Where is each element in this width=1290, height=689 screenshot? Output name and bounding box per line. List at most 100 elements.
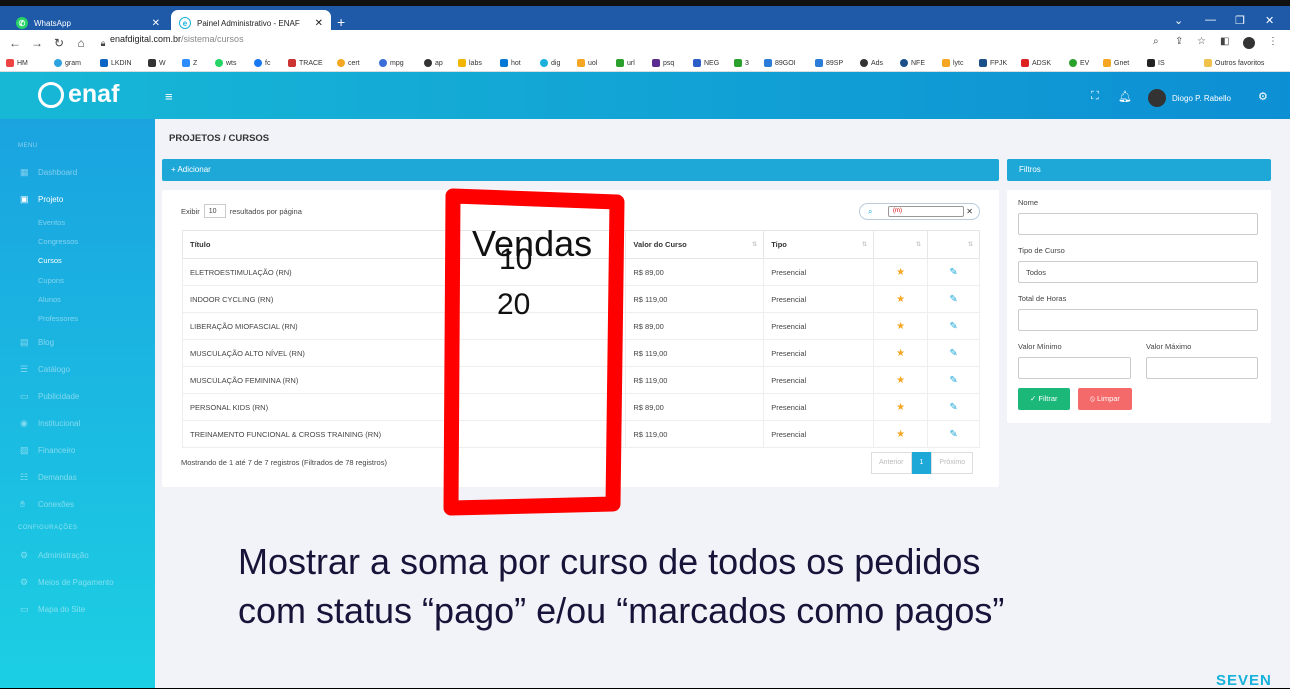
column-type[interactable]: Tipo ⇅ [763, 230, 875, 259]
column-featured[interactable]: ⇅ [873, 230, 929, 259]
star-icon[interactable]: ★ [873, 258, 929, 286]
star-icon[interactable]: ★ [873, 339, 929, 367]
column-actions[interactable]: ⇅ [927, 230, 980, 259]
close-icon[interactable]: ✕ [152, 18, 160, 29]
bookmark-item[interactable]: wts [215, 59, 237, 67]
sidebar-subitem-cupons[interactable]: Cupons [38, 276, 64, 285]
bookmark-item[interactable]: 89SP [815, 59, 843, 67]
zoom-icon[interactable]: ⌕ [1153, 36, 1159, 47]
bookmark-item[interactable]: dig [540, 59, 560, 67]
clear-button[interactable]: ⦸ Limpar [1078, 388, 1132, 410]
bookmark-item[interactable]: gram [54, 59, 81, 67]
prev-page-button[interactable]: Anterior [871, 452, 912, 474]
window-close-button[interactable]: ✕ [1265, 14, 1274, 27]
edit-icon[interactable]: ✎ [927, 420, 980, 448]
bookmark-item[interactable]: 3 [734, 59, 749, 67]
bookmark-item[interactable]: EV [1069, 59, 1089, 67]
minimize-button[interactable]: — [1205, 14, 1216, 26]
bookmark-item[interactable]: FPJK [979, 59, 1007, 67]
fullscreen-icon[interactable]: ⛶ [1091, 90, 1099, 103]
reload-icon[interactable]: ↻ [52, 36, 66, 50]
edit-icon[interactable]: ✎ [927, 339, 980, 367]
sidebar-subitem-eventos[interactable]: Eventos [38, 218, 65, 227]
home-icon[interactable]: ⌂ [74, 36, 88, 50]
sidebar-item-administracao[interactable]: ⚙ Administração [20, 550, 89, 561]
star-icon[interactable]: ★ [873, 420, 929, 448]
bookmark-item[interactable]: labs [458, 59, 482, 67]
bell-icon[interactable]: 🔔︎ [1118, 90, 1132, 103]
other-bookmarks[interactable]: Outros favoritos [1204, 59, 1264, 67]
forward-icon[interactable]: → [30, 36, 44, 50]
bookmark-item[interactable]: psq [652, 59, 674, 67]
star-icon[interactable]: ★ [873, 312, 929, 340]
course-type-select[interactable]: Todos [1018, 261, 1258, 283]
bookmark-item[interactable]: NEG [693, 59, 719, 67]
star-icon[interactable]: ★ [873, 285, 929, 313]
bookmark-item[interactable]: url [616, 59, 635, 67]
next-page-button[interactable]: Próximo [931, 452, 974, 474]
sidebar-subitem-cursos[interactable]: Cursos [38, 256, 62, 265]
bookmark-item[interactable]: mpg [379, 59, 404, 67]
bookmark-item[interactable]: TRACE [288, 59, 323, 67]
sidebar-item-catalogo[interactable]: ☰ Catálogo [20, 364, 70, 375]
filter-button[interactable]: ✓ Filtrar [1018, 388, 1070, 410]
sidebar-item-projeto[interactable]: ▣ Projeto [20, 194, 63, 205]
bookmark-item[interactable]: LKDIN [100, 59, 132, 67]
back-icon[interactable]: ← [8, 36, 22, 50]
enaf-logo[interactable]: enaf [38, 80, 119, 109]
profile-avatar[interactable] [1243, 37, 1255, 49]
share-icon[interactable]: ⇪ [1175, 36, 1183, 47]
min-value-field[interactable] [1018, 357, 1131, 379]
page-1-button[interactable]: 1 [911, 452, 932, 474]
sidebar-item-publicidade[interactable]: ▭ Publicidade [20, 391, 79, 402]
page-size-select[interactable]: 10 [203, 204, 226, 218]
bookmark-item[interactable]: Gnet [1103, 59, 1129, 67]
star-icon[interactable]: ★ [873, 393, 929, 421]
restore-button[interactable]: ❐ [1235, 14, 1245, 27]
new-tab-button[interactable]: + [337, 14, 345, 30]
url-field[interactable]: enafdigital.com.br/sistema/cursos [110, 34, 244, 44]
user-menu[interactable]: Diogo P. Rabello [1148, 89, 1231, 107]
chevron-down-icon[interactable]: ⌄ [1174, 14, 1183, 27]
bookmark-item[interactable]: Z [182, 59, 197, 67]
sidebar-item-blog[interactable]: ▤ Blog [20, 337, 54, 348]
edit-icon[interactable]: ✎ [927, 366, 980, 394]
edit-icon[interactable]: ✎ [927, 393, 980, 421]
bookmark-item[interactable]: NFE [900, 59, 925, 67]
clear-search-icon[interactable]: ✕ [966, 207, 973, 216]
add-button[interactable]: + Adicionar [162, 159, 999, 181]
bookmark-item[interactable]: W [148, 59, 166, 67]
edit-icon[interactable]: ✎ [927, 285, 980, 313]
bookmark-item[interactable]: ADSK [1021, 59, 1051, 67]
edit-icon[interactable]: ✎ [927, 258, 980, 286]
total-hours-field[interactable] [1018, 309, 1258, 331]
bookmark-item[interactable]: 89GOI [764, 59, 796, 67]
side-panel-icon[interactable]: ◧ [1220, 36, 1229, 47]
bookmark-item[interactable]: cert [337, 59, 360, 67]
close-icon[interactable]: ✕ [315, 18, 323, 29]
edit-icon[interactable]: ✎ [927, 312, 980, 340]
sidebar-subitem-congressos[interactable]: Congressos [38, 237, 78, 246]
bookmark-item[interactable]: fc [254, 59, 270, 67]
sidebar-item-conexoes[interactable]: ✋︎ Conexões [20, 499, 74, 510]
bookmark-star-icon[interactable]: ☆ [1197, 36, 1206, 47]
sidebar-item-meios-pagamento[interactable]: ⚙ Meios de Pagamento [20, 577, 114, 588]
column-price[interactable]: Valor do Curso ⇅ [625, 230, 765, 259]
search-input[interactable]: (m) [888, 206, 964, 217]
max-value-field[interactable] [1146, 357, 1258, 379]
search-box[interactable]: ⌕ (m) ✕ [859, 203, 980, 220]
bookmark-item[interactable]: uol [577, 59, 597, 67]
gear-icon[interactable]: ⚙ [1258, 90, 1268, 103]
bookmark-item[interactable]: ap [424, 59, 443, 67]
star-icon[interactable]: ★ [873, 366, 929, 394]
bookmark-item[interactable]: lytc [942, 59, 964, 67]
sidebar-item-institucional[interactable]: ◉ Institucional [20, 418, 80, 429]
sidebar-subitem-professores[interactable]: Professores [38, 314, 78, 323]
sidebar-item-financeiro[interactable]: ▨ Financeiro [20, 445, 75, 456]
sidebar-item-mapa-site[interactable]: ▭ Mapa do Site [20, 604, 85, 615]
hamburger-menu-icon[interactable]: ≡ [165, 89, 173, 104]
sidebar-item-demandas[interactable]: ☷ Demandas [20, 472, 77, 483]
bookmark-item[interactable]: hot [500, 59, 521, 67]
more-menu-icon[interactable]: ⋮ [1268, 36, 1278, 47]
bookmark-item[interactable]: HM [6, 59, 28, 67]
